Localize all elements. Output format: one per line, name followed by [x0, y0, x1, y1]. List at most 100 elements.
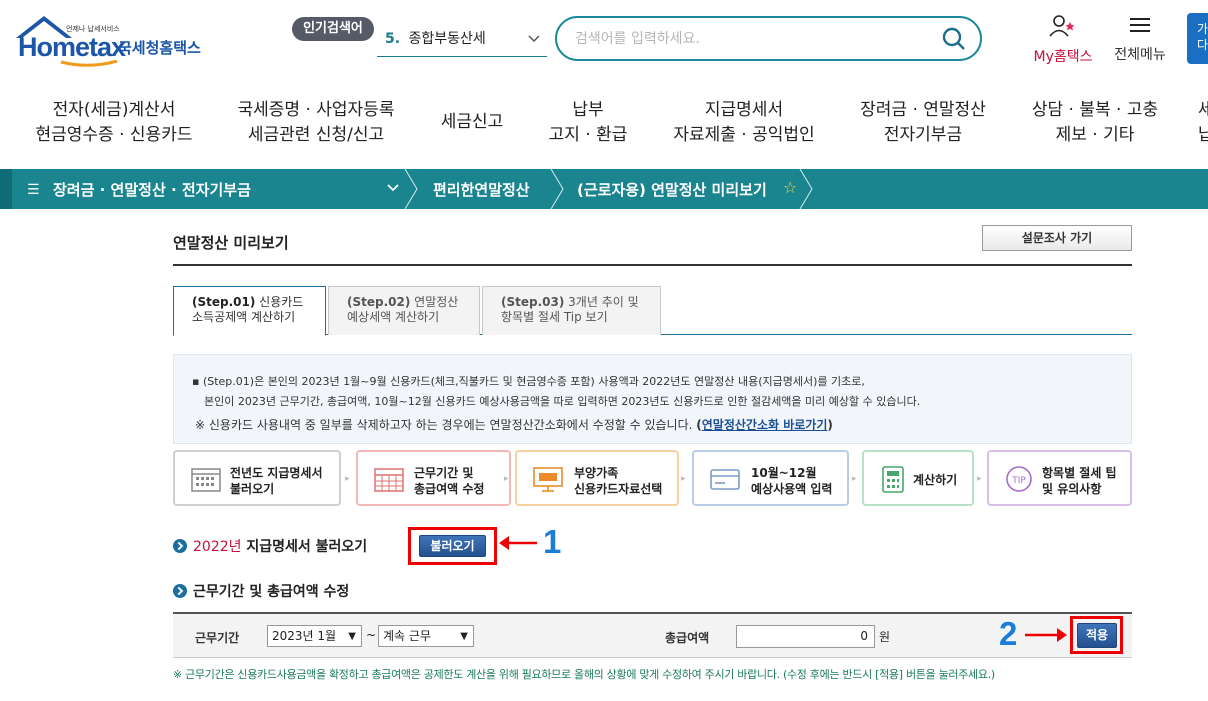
chevron-down-icon [528, 35, 540, 43]
breadcrumb-edge [0, 169, 12, 209]
tab-line1: 3개년 추이 및 [568, 295, 639, 309]
period-tilde: ~ [366, 628, 377, 642]
step-line2: 예상사용액 입력 [751, 482, 833, 496]
tip-icon: TIP [1006, 466, 1032, 492]
breadcrumb-level3[interactable]: (근로자용) 연말정산 미리보기 [577, 179, 767, 200]
period-salary-form: 근무기간 2023년 1월 ▼ ~ 계속 근무 ▼ 총급여액 0 원 [173, 612, 1132, 658]
tab-line1: 연말정산 [414, 295, 459, 309]
period-label: 근무기간 [195, 631, 240, 645]
popular-search-select[interactable]: 5. 종합부동산세 [377, 26, 547, 57]
section-load-statement: 2022년 지급명세서 불러오기 [173, 536, 367, 556]
step-calculate: 계산하기 [862, 450, 974, 506]
step-line1: 10월~12월 [751, 466, 817, 480]
tab-step-label: (Step.01) [192, 295, 256, 309]
gnb-item-line2: 제보 · 기타 [1055, 125, 1135, 145]
section2-title: 근무기간 및 총급여액 수정 [193, 584, 350, 600]
gnb-item-line1: 납부 [572, 100, 604, 120]
gnb-item-line1: 국세증명 · 사업자등록 [237, 100, 395, 120]
hamburger-icon [1130, 18, 1150, 32]
my-hometax-link[interactable]: My홈택스 [1027, 14, 1099, 66]
gnb-item-year-end-settlement[interactable]: 장려금 · 연말정산 전자기부금 [850, 98, 996, 148]
step-line1: 전년도 지급명세서 [230, 466, 323, 480]
step-line2: 총급여액 수정 [414, 482, 485, 496]
svg-text:TIP: TIP [1011, 476, 1026, 486]
step-arrow-icon: ▸ [504, 474, 509, 484]
info-line2: 본인이 2023년 근무기간, 총급여액, 10월~12월 신용카드 예상사용금… [204, 395, 921, 408]
dropdown-arrow-icon: ▼ [348, 631, 356, 642]
chevron-down-icon[interactable] [386, 182, 400, 194]
tab-step02[interactable]: (Step.02) 연말정산 예상세액 계산하기 [328, 286, 480, 335]
period-start-select[interactable]: 2023년 1월 ▼ [267, 625, 362, 647]
tab-line2: 항목별 절세 Tip 보기 [501, 310, 608, 324]
breadcrumb-level2[interactable]: 편리한연말정산 [433, 179, 530, 200]
apply-button[interactable]: 적용 [1077, 623, 1117, 648]
salary-input[interactable]: 0 [736, 625, 875, 648]
gnb-item-line1: 전자(세금)계산서 [52, 100, 176, 120]
favorite-star-icon[interactable]: ☆ [783, 178, 797, 197]
breadcrumb-separator [799, 169, 813, 209]
step-arrow-icon: ▸ [852, 474, 857, 484]
gnb-item-payment-statement[interactable]: 지급명세서 자료제출 · 공익법인 [664, 98, 824, 148]
info-paren-close: ) [827, 418, 833, 432]
step-line1: 근무기간 및 [414, 466, 474, 480]
menu-list-icon: ☰ [27, 182, 40, 198]
red-arrow-right-icon [1025, 628, 1067, 642]
page-title: 연말정산 미리보기 [173, 234, 289, 252]
apply-button-highlight: 적용 [1070, 616, 1123, 654]
step-line1: 부양가족 [574, 466, 619, 480]
calculator-icon [882, 466, 904, 493]
monitor-icon [533, 467, 563, 492]
search-icon[interactable] [942, 27, 966, 51]
gnb-item-payment[interactable]: 납부 고지 · 환급 [540, 98, 636, 148]
hometax-logo[interactable]: 언제나 납세서비스 Hometax 국세청홈택스 [14, 14, 229, 67]
gnb-item-consultation[interactable]: 상담 · 불복 · 고충 제보 · 기타 [1024, 98, 1166, 148]
step-dependents-card: 부양가족 신용카드자료선택 [515, 450, 679, 506]
gnb-item-line2: 세금관련 신청/신고 [247, 125, 385, 145]
step-arrow-icon: ▸ [977, 474, 982, 484]
calendar-icon [191, 468, 221, 492]
info-line1: ▪ (Step.01)은 본인의 2023년 1월~9월 신용카드(체크,직불카… [192, 375, 865, 388]
step-arrow-icon: ▸ [345, 474, 350, 484]
gnb-item-certificates[interactable]: 국세증명 · 사업자등록 세금관련 신청/신고 [226, 98, 406, 148]
header-right-button[interactable]: 가 다 [1187, 13, 1208, 64]
all-menu-button[interactable]: 전체메뉴 [1108, 14, 1172, 64]
gnb-item-more[interactable]: 세 납 [1198, 98, 1208, 148]
breadcrumb-separator [404, 169, 418, 209]
gnb-item-line2: 현금영수증 · 신용카드 [35, 125, 193, 145]
search-input[interactable] [575, 27, 925, 51]
simplified-service-link[interactable]: 연말정산간소화 바로가기 [702, 418, 828, 432]
header: 언제나 납세서비스 Hometax 국세청홈택스 인기검색어 5. 종합부동산세… [0, 0, 1208, 80]
salary-label: 총급여액 [665, 631, 710, 645]
circle-arrow-icon [173, 539, 187, 553]
breadcrumb: ☰ 장려금 · 연말정산 · 전자기부금 편리한연말정산 (근로자용) 연말정산… [0, 169, 1208, 209]
info-line3-text: ※ 신용카드 사용내역 중 일부를 삭제하고자 하는 경우에는 연말정산간소화에… [195, 418, 693, 432]
tab-step01[interactable]: (Step.01) 신용카드 소득공제액 계산하기 [173, 286, 326, 336]
gnb-item-tax-filing[interactable]: 세금신고 [430, 110, 514, 135]
breadcrumb-level1[interactable]: 장려금 · 연말정산 · 전자기부금 [53, 179, 251, 200]
circle-arrow-icon [173, 584, 187, 598]
info-line3: ※ 신용카드 사용내역 중 일부를 삭제하고자 하는 경우에는 연말정산간소화에… [192, 415, 1131, 435]
global-nav: 전자(세금)계산서 현금영수증 · 신용카드 국세증명 · 사업자등록 세금관련… [0, 82, 1208, 168]
period-end-value: 계속 근무 [383, 629, 431, 643]
gnb-item-e-invoice[interactable]: 전자(세금)계산서 현금영수증 · 신용카드 [34, 98, 194, 148]
step-text: 부양가족 신용카드자료선택 [574, 465, 662, 497]
step-line2: 신용카드자료선택 [574, 482, 663, 496]
step-text: 전년도 지급명세서 불러오기 [230, 465, 323, 497]
gnb-item-line2: 자료제출 · 공익법인 [673, 125, 815, 145]
annotation-1-number: 1 [543, 523, 562, 560]
load-statement-button[interactable]: 불러오기 [419, 535, 486, 557]
step-edit-period-salary: 근무기간 및 총급여액 수정 [356, 450, 511, 506]
dropdown-arrow-icon: ▼ [460, 631, 468, 642]
all-menu-label: 전체메뉴 [1114, 47, 1166, 63]
right-button-line2: 다 [1197, 38, 1208, 52]
tab-line1: 신용카드 [259, 295, 304, 309]
step-text: 10월~12월 예상사용액 입력 [751, 465, 832, 497]
step-expected-usage: 10월~12월 예상사용액 입력 [692, 450, 849, 506]
survey-button[interactable]: 설문조사 가기 [982, 225, 1132, 251]
step-tax-tips: TIP 항목별 절세 팁 및 유의사항 [987, 450, 1132, 506]
period-salary-note: ※ 근무기간은 신용카드사용금액을 확정하고 총급여액은 공제한도 계산을 위해… [173, 668, 995, 681]
tab-step03[interactable]: (Step.03) 3개년 추이 및 항목별 절세 Tip 보기 [482, 286, 661, 335]
gnb-item-line2: 납 [1198, 125, 1208, 145]
period-end-select[interactable]: 계속 근무 ▼ [378, 625, 474, 647]
user-star-icon [1049, 15, 1075, 37]
